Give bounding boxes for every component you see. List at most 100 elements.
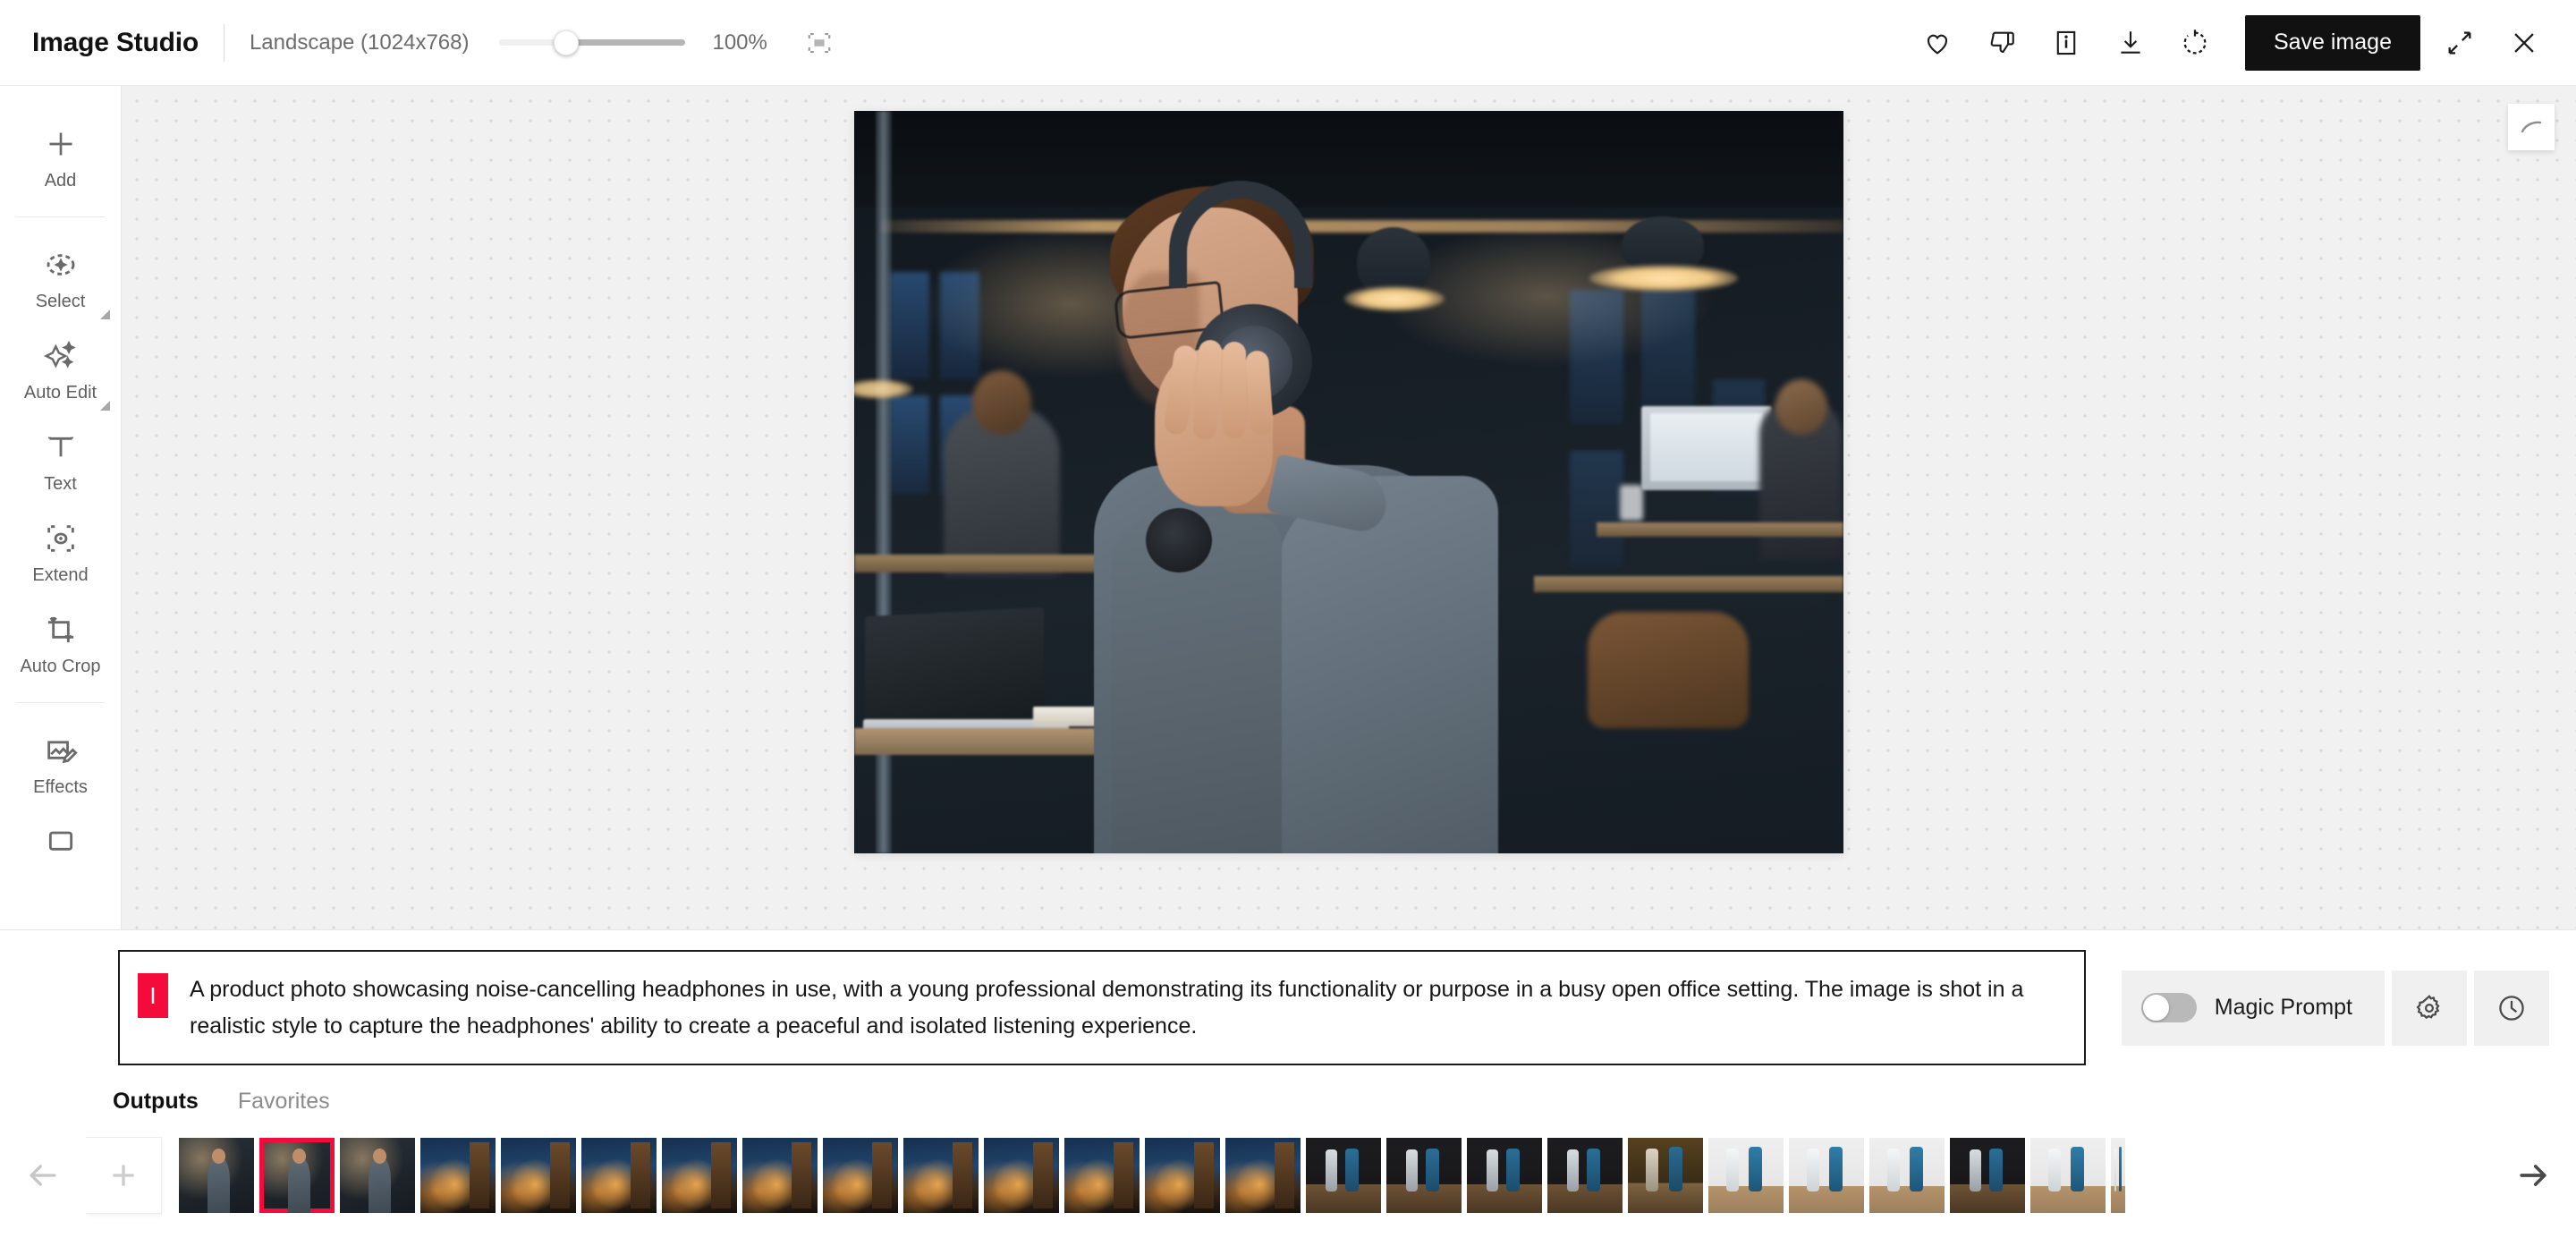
sparkles-icon [43,335,79,377]
sidebar-item-auto-edit[interactable]: Auto Edit [0,323,121,414]
image-canvas[interactable] [122,86,2576,929]
image-studio-window: Image Studio Landscape (1024x768) 100% S… [0,0,2576,1238]
sidebar-item-text[interactable]: Text [0,414,121,505]
header-divider [223,23,225,62]
clock-icon [2499,995,2524,1021]
arrow-left-icon [30,1165,56,1186]
filmstrip-thumbnail[interactable] [1064,1138,1140,1213]
artwork-desk [1597,522,1843,537]
filmstrip-thumbnail[interactable] [823,1138,898,1213]
filmstrip-thumbnail[interactable] [1386,1138,1462,1213]
download-icon[interactable] [2106,18,2156,68]
main-artwork[interactable] [854,111,1843,853]
prompt-input[interactable]: I A product photo showcasing noise-cance… [118,950,2086,1065]
header-actions: Save image [1898,14,2549,71]
effects-image-pencil-icon [43,730,79,771]
fit-to-screen-icon[interactable] [801,25,837,61]
filmstrip-thumbnail[interactable] [2030,1138,2106,1213]
filmstrip[interactable] [86,1132,2490,1218]
zoom-percentage-label: 100% [712,30,767,55]
select-sparkle-icon [43,244,79,285]
filmstrip-thumbnail[interactable] [259,1138,335,1213]
filmstrip-thumbnail[interactable] [501,1138,576,1213]
tools-sidebar: Add Select Auto Edit Text Extend Auto Cr… [0,86,122,929]
filmstrip-thumbnail[interactable] [1708,1138,1784,1213]
sidebar-item-label: Auto Crop [20,657,101,676]
sidebar-item-extend[interactable]: Extend [0,505,121,597]
artwork-lamp [1344,286,1445,311]
tab-outputs[interactable]: Outputs [113,1089,199,1118]
filmstrip-thumbnail[interactable] [903,1138,979,1213]
filmstrip-thumbnail[interactable] [1547,1138,1623,1213]
close-icon[interactable] [2499,18,2549,68]
info-icon[interactable] [2041,18,2091,68]
settings-button[interactable] [2392,970,2467,1046]
artwork-light-beam [881,220,1843,233]
sidebar-item-overflow[interactable] [0,809,121,873]
filmstrip-thumbnail[interactable] [742,1138,818,1213]
history-button[interactable] [2474,970,2549,1046]
regenerate-icon[interactable] [2170,18,2220,68]
magic-prompt-switch-knob [2142,995,2169,1021]
thumbs-down-icon[interactable] [1977,18,2027,68]
artwork-ceiling [854,111,1843,208]
favorite-icon[interactable] [1912,18,1962,68]
text-t-icon [43,427,79,468]
artwork-window [1570,451,1623,567]
filmstrip-thumbnail[interactable] [1225,1138,1301,1213]
app-title: Image Studio [32,27,199,57]
filmstrip-thumbnail[interactable] [179,1138,254,1213]
filmstrip-thumbnail[interactable] [420,1138,496,1213]
expand-triangle-icon[interactable] [100,310,110,319]
sidebar-item-auto-crop[interactable]: Auto Crop [0,597,121,688]
artwork-window [1570,290,1623,424]
app-header: Image Studio Landscape (1024x768) 100% S… [0,0,2576,86]
filmstrip-thumbnail[interactable] [984,1138,1059,1213]
artwork-chair [1588,612,1749,728]
add-output-tile[interactable] [86,1138,161,1213]
artwork-lamp [1589,265,1738,292]
zoom-slider[interactable] [499,30,686,55]
filmstrip-thumbnail[interactable] [1950,1138,2025,1213]
magic-prompt-switch[interactable] [2140,993,2197,1022]
artwork-subject-shoulder [1275,476,1498,853]
artwork-bg-person-head [1775,379,1827,435]
filmstrip-thumbnail[interactable] [662,1138,737,1213]
bottom-panel: I A product photo showcasing noise-cance… [0,929,2576,1238]
sidebar-item-select[interactable]: Select [0,232,121,323]
aspect-ratio-label: Landscape (1024x768) [249,30,470,55]
filmstrip-thumbnail[interactable] [1869,1138,1945,1213]
filmstrip-thumbnail[interactable] [2111,1138,2125,1213]
save-image-button[interactable]: Save image [2244,14,2420,71]
artwork-window [940,272,979,379]
artwork-laptop-screen [865,606,1044,730]
extend-frame-icon [43,518,79,559]
prompt-options: Magic Prompt [2121,950,2549,1065]
sidebar-divider [16,702,105,703]
canvas-corner-card[interactable] [2508,104,2555,150]
sidebar-item-add[interactable]: Add [0,111,121,202]
filmstrip-thumbnail[interactable] [1306,1138,1381,1213]
filmstrip-thumbnail[interactable] [1467,1138,1542,1213]
filmstrip-row [0,1118,2576,1238]
artwork-window [890,395,929,494]
plus-icon [43,123,79,165]
filmstrip-prev-button[interactable] [0,1156,86,1195]
sidebar-item-label: Text [44,474,77,494]
filmstrip-thumbnail[interactable] [581,1138,657,1213]
sidebar-item-effects[interactable]: Effects [0,717,121,809]
filmstrip-thumbnail[interactable] [1789,1138,1864,1213]
filmstrip-thumbnail[interactable] [340,1138,415,1213]
prompt-row: I A product photo showcasing noise-cance… [0,950,2576,1065]
magic-prompt-toggle[interactable]: Magic Prompt [2121,970,2385,1046]
filmstrip-next-button[interactable] [2490,1156,2576,1195]
filmstrip-thumbnail[interactable] [1145,1138,1220,1213]
expand-triangle-icon[interactable] [100,401,110,411]
artwork-window [1641,290,1695,424]
outputs-tabs: Outputs Favorites [0,1065,2576,1118]
collapse-arrows-icon[interactable] [2435,18,2485,68]
filmstrip-thumbnail[interactable] [1628,1138,1703,1213]
zoom-slider-knob[interactable] [553,30,579,55]
tab-favorites[interactable]: Favorites [238,1089,330,1118]
prompt-badge: I [138,973,168,1018]
